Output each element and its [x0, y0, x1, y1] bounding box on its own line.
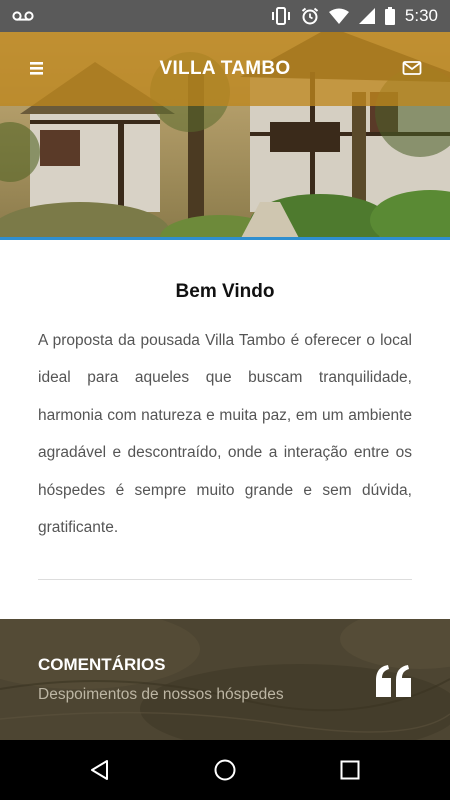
hero-banner: VILLA TAMBO	[0, 32, 450, 240]
status-bar: 5:30	[0, 0, 450, 32]
app-bar: VILLA TAMBO	[0, 32, 450, 106]
comments-heading: COMENTÁRIOS	[38, 655, 166, 674]
clock: 5:30	[404, 6, 438, 25]
comments-subtitle: Despoimentos de nossos hóspedes	[38, 686, 284, 703]
back-icon[interactable]	[88, 758, 112, 782]
app-title: VILLA TAMBO	[159, 58, 291, 79]
comments-section[interactable]: COMENTÁRIOS Despoimentos de nossos hóspe…	[0, 619, 450, 740]
welcome-heading: Bem Vindo	[175, 281, 275, 302]
wifi-icon	[328, 8, 349, 24]
home-icon[interactable]	[213, 758, 237, 782]
alarm-icon	[301, 7, 319, 25]
welcome-section: Bem Vindo A proposta da pousada Villa Ta…	[0, 243, 450, 619]
welcome-text: A proposta da pousada Villa Tambo é ofer…	[38, 332, 412, 537]
battery-icon	[384, 7, 395, 25]
quote-icon	[374, 664, 414, 698]
vibrate-icon	[271, 7, 291, 25]
navigation-bar	[0, 740, 450, 800]
menu-icon[interactable]	[28, 58, 48, 78]
recents-icon[interactable]	[338, 758, 362, 782]
signal-icon	[358, 8, 375, 24]
section-divider	[38, 579, 412, 580]
voicemail-icon	[12, 10, 34, 22]
mail-icon[interactable]	[402, 59, 422, 77]
